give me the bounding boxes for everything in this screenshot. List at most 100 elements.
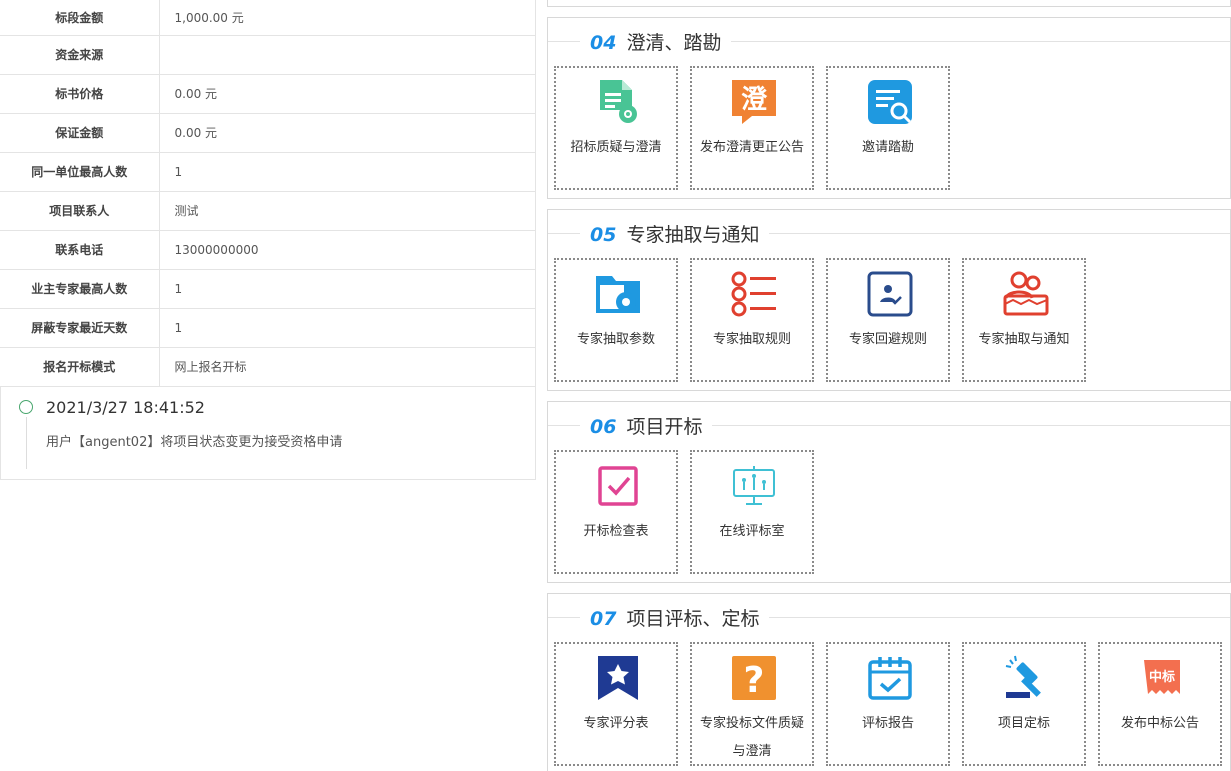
section-title-text: 项目评标、定标 bbox=[626, 608, 760, 630]
checkbox-icon bbox=[598, 466, 638, 506]
section-header: 06 项目开标 bbox=[548, 402, 1230, 448]
doc-gear-icon bbox=[600, 80, 637, 123]
calendar-check-icon bbox=[868, 657, 912, 700]
project-info-table: 标段金额 1,000.00 元 资金来源 标书价格 0.00 元 保证金额 0.00 … bbox=[0, 0, 536, 387]
card-bid-doc-query[interactable]: ? 专家投标文件质疑与澄清 bbox=[690, 642, 814, 766]
row-value: 0.00 元 bbox=[159, 74, 536, 114]
card-label: 发布中标公告 bbox=[1120, 716, 1199, 731]
section-title: 06 项目开标 bbox=[580, 412, 713, 439]
row-label: 同一单位最高人数 bbox=[0, 152, 160, 192]
row-label: 联系电话 bbox=[0, 230, 160, 270]
clarify-bubble-icon: 澄 bbox=[732, 80, 776, 124]
card-label: 专家回避规则 bbox=[848, 332, 927, 347]
card-evaluation-report[interactable]: 评标报告 bbox=[826, 642, 950, 766]
people-group-icon bbox=[1003, 271, 1049, 316]
card-bid-query-clarify[interactable]: 招标质疑与澄清 bbox=[554, 66, 678, 190]
section-title-text: 项目开标 bbox=[626, 416, 703, 438]
project-info-panel: 标段金额 1,000.00 元 资金来源 标书价格 0.00 元 保证金额 0.00 … bbox=[0, 0, 536, 480]
table-row: 保证金额 0.00 元 bbox=[0, 113, 536, 153]
section-title: 07 项目评标、定标 bbox=[580, 604, 770, 631]
card-expert-avoid-rules[interactable]: 专家回避规则 bbox=[826, 258, 950, 382]
row-value: 1 bbox=[159, 269, 536, 309]
card-label: 专家抽取规则 bbox=[712, 332, 791, 347]
timeline-dot-icon bbox=[19, 399, 33, 414]
card-online-evaluation-room[interactable]: 在线评标室 bbox=[690, 450, 814, 574]
presentation-board-icon bbox=[733, 466, 775, 505]
section-number: 07 bbox=[590, 608, 617, 630]
row-value: 测试 bbox=[159, 191, 536, 231]
section-title-text: 专家抽取与通知 bbox=[626, 224, 760, 246]
row-value: 网上报名开标 bbox=[159, 347, 536, 387]
table-row: 屏蔽专家最近天数 1 bbox=[0, 308, 536, 348]
row-value: 1 bbox=[159, 308, 536, 348]
card-label: 评标报告 bbox=[861, 716, 914, 731]
card-expert-notify[interactable]: 专家抽取与通知 bbox=[962, 258, 1086, 382]
table-row: 项目联系人 测试 bbox=[0, 191, 536, 231]
table-row: 联系电话 13000000000 bbox=[0, 230, 536, 270]
table-row: 同一单位最高人数 1 bbox=[0, 152, 536, 192]
row-label: 报名开标模式 bbox=[0, 347, 160, 387]
row-value: 1,000.00 元 bbox=[159, 0, 536, 36]
winning-notice-icon: 中标 bbox=[1144, 660, 1180, 694]
card-label: 专家评分表 bbox=[583, 716, 649, 731]
timeline-message: 用户【angent02】将项目状态变更为接受资格申请 bbox=[46, 434, 343, 450]
section-number: 04 bbox=[590, 32, 617, 54]
table-row: 业主专家最高人数 1 bbox=[0, 269, 536, 309]
card-project-award[interactable]: 项目定标 bbox=[962, 642, 1086, 766]
user-check-icon bbox=[867, 271, 913, 317]
card-label: 邀请踏勘 bbox=[861, 140, 914, 155]
svg-text:澄: 澄 bbox=[741, 85, 768, 115]
section-clarification: 04 澄清、踏勘 招标质疑与澄清 澄 发布澄清更正公告 邀请踏勘 bbox=[547, 17, 1231, 199]
list-icon bbox=[731, 271, 776, 317]
timeline-line bbox=[26, 416, 27, 469]
svg-text:?: ? bbox=[744, 660, 765, 701]
gavel-icon bbox=[1005, 655, 1041, 698]
award-badge-text: 中标 bbox=[1149, 669, 1175, 685]
question-icon: ? bbox=[732, 656, 776, 701]
card-label: 在线评标室 bbox=[719, 524, 785, 539]
section-number: 06 bbox=[590, 416, 617, 438]
card-label: 开标检查表 bbox=[583, 524, 649, 539]
timeline-timestamp: 2021/3/27 18:41:52 bbox=[46, 397, 205, 417]
section-header: 07 项目评标、定标 bbox=[548, 594, 1230, 640]
card-opening-checklist[interactable]: 开标检查表 bbox=[554, 450, 678, 574]
section-title: 05 专家抽取与通知 bbox=[580, 220, 770, 247]
table-row: 报名开标模式 网上报名开标 bbox=[0, 347, 536, 387]
card-publish-award-notice[interactable]: 中标 发布中标公告 bbox=[1098, 642, 1222, 766]
row-label: 保证金额 bbox=[0, 113, 160, 153]
card-label: 专家抽取参数 bbox=[576, 332, 655, 347]
card-label: 专家抽取与通知 bbox=[978, 332, 1070, 347]
section-title: 04 澄清、踏勘 bbox=[580, 28, 732, 55]
section-bid-opening: 06 项目开标 开标检查表 在线评标室 bbox=[547, 401, 1231, 583]
section-evaluation-award: 07 项目评标、定标 专家评分表 ? 专家投标文件质疑与澄清 评标报告 项目定标… bbox=[547, 593, 1231, 771]
card-expert-rules[interactable]: 专家抽取规则 bbox=[690, 258, 814, 382]
row-label: 项目联系人 bbox=[0, 191, 160, 231]
card-expert-params[interactable]: 专家抽取参数 bbox=[554, 258, 678, 382]
row-label: 标段金额 bbox=[0, 0, 160, 36]
doc-search-icon bbox=[868, 80, 912, 124]
table-row: 资金来源 bbox=[0, 35, 536, 75]
card-publish-clarify-notice[interactable]: 澄 发布澄清更正公告 bbox=[690, 66, 814, 190]
row-value bbox=[159, 35, 536, 75]
row-label: 屏蔽专家最近天数 bbox=[0, 308, 160, 348]
row-label: 业主专家最高人数 bbox=[0, 269, 160, 309]
previous-section-edge bbox=[547, 0, 1231, 7]
section-header: 05 专家抽取与通知 bbox=[548, 210, 1230, 256]
row-value: 13000000000 bbox=[159, 230, 536, 270]
card-expert-score-sheet[interactable]: 专家评分表 bbox=[554, 642, 678, 766]
card-label: 项目定标 bbox=[997, 716, 1050, 731]
card-invite-site-visit[interactable]: 邀请踏勘 bbox=[826, 66, 950, 190]
page: 标段金额 1,000.00 元 资金来源 标书价格 0.00 元 保证金额 0.00 … bbox=[0, 0, 1231, 771]
section-number: 05 bbox=[590, 224, 617, 246]
section-header: 04 澄清、踏勘 bbox=[548, 18, 1230, 64]
card-label: 专家投标文件质疑与澄清 bbox=[699, 716, 804, 759]
status-timeline: 2021/3/27 18:41:52 用户【angent02】将项目状态变更为接… bbox=[0, 386, 536, 480]
folder-gear-icon bbox=[596, 276, 640, 313]
row-value: 0.00 元 bbox=[159, 113, 536, 153]
card-label: 招标质疑与澄清 bbox=[570, 140, 662, 155]
row-value: 1 bbox=[159, 152, 536, 192]
section-expert-selection: 05 专家抽取与通知 专家抽取参数 专家抽取规则 专家回避规则 专家抽取与通知 bbox=[547, 209, 1231, 391]
row-label: 标书价格 bbox=[0, 74, 160, 114]
section-title-text: 澄清、踏勘 bbox=[626, 32, 722, 54]
card-label: 发布澄清更正公告 bbox=[699, 140, 804, 155]
